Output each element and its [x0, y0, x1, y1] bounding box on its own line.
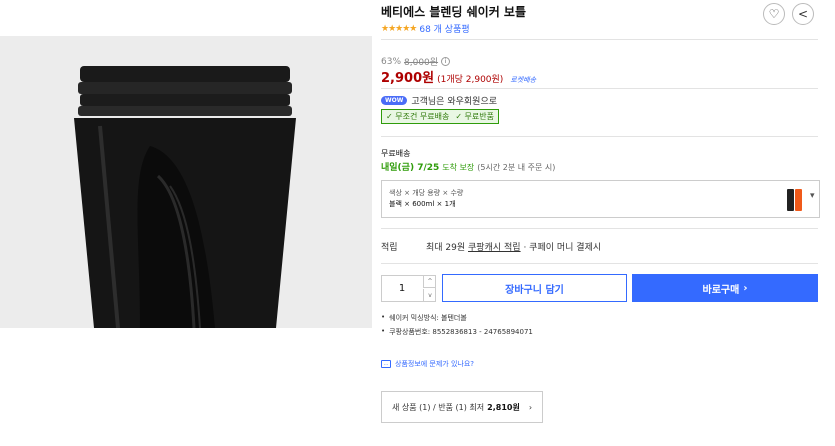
wow-badge: WOW	[381, 96, 408, 105]
product-details-list: 쉐이커 믹싱방식: 볼텐더볼 쿠팡상품번호: 8552836813 - 2476…	[381, 313, 533, 341]
chevron-right-icon: ›	[743, 282, 748, 294]
reward-points-amount: 최대 29원	[426, 243, 466, 253]
star-rating-icon: ★★★★★	[381, 23, 417, 34]
option-labels: 색상 × 개당 용량 × 수량	[389, 189, 464, 197]
product-image[interactable]	[0, 0, 372, 446]
product-info-panel: 베티에스 블렌딩 쉐이커 보틀 ♡ < ★★★★★ 68 개 상품평 63% 8…	[372, 0, 835, 446]
divider	[381, 263, 818, 264]
other-sellers-button[interactable]: 새 상품 (1) / 반품 (1) 최저 2,810원 ›	[381, 391, 544, 423]
delivery-condition: (5시간 2분 내 주문 시)	[477, 163, 556, 172]
rating-summary[interactable]: ★★★★★ 68 개 상품평	[381, 22, 470, 36]
chat-icon: …	[381, 360, 391, 368]
product-title: 베티에스 블렌딩 쉐이커 보틀	[381, 5, 527, 19]
add-to-cart-button[interactable]: 장바구니 담기	[442, 274, 627, 302]
chevron-right-icon: ›	[528, 402, 533, 412]
option-values: 블랙 × 600ml × 1개	[389, 200, 456, 208]
price-row: 2,900원 (1개당 2,900원) 로켓배송	[381, 67, 536, 86]
quantity-increase-icon[interactable]: ^	[423, 276, 436, 288]
buy-now-label: 바로구매	[702, 284, 740, 296]
chevron-down-icon[interactable]: ▾	[810, 191, 815, 201]
reward-points-text: 최대 29원 쿠팡캐시 적립 · 쿠페이 머니 결제시	[426, 240, 601, 253]
lowest-price: 2,810원	[487, 402, 520, 412]
divider	[381, 136, 818, 137]
wow-member-text: 고객님은 와우회원으로	[411, 97, 498, 107]
option-thumbnail-icon	[787, 189, 802, 211]
delivery-date: 내일(금) 7/25	[381, 163, 440, 173]
coupang-cash-link[interactable]: 쿠팡캐시 적립	[468, 243, 521, 253]
wow-benefit-box: ✓ 무조건 무료배송 ✓ 무료반품	[381, 109, 499, 124]
free-shipping-benefit: ✓ 무조건 무료배송	[386, 112, 450, 121]
wishlist-heart-icon[interactable]: ♡	[763, 3, 785, 25]
report-issue-link[interactable]: … 상품정보에 문제가 있나요?	[381, 359, 474, 369]
shaker-bottle-illustration	[74, 66, 296, 328]
quantity-decrease-icon[interactable]: v	[423, 289, 436, 301]
sale-price: 2,900원	[381, 71, 435, 86]
buy-now-button[interactable]: 바로구매 ›	[632, 274, 818, 302]
info-icon[interactable]: i	[441, 57, 451, 66]
shipping-label: 무료배송	[381, 149, 411, 158]
delivery-guarantee: 도착 보장	[442, 163, 475, 172]
quantity-input[interactable]: 1	[382, 276, 422, 301]
reward-points-condition: · 쿠페이 머니 결제시	[523, 243, 602, 253]
free-return-benefit: ✓ 무료반품	[455, 112, 494, 121]
divider	[381, 88, 818, 89]
reward-points-row: 적립 최대 29원 쿠팡캐시 적립 · 쿠페이 머니 결제시	[381, 240, 601, 253]
unit-price: (1개당 2,900원)	[437, 75, 504, 85]
reward-points-title: 적립	[381, 243, 398, 253]
divider	[381, 228, 818, 229]
wow-member-row: WOW 고객님은 와우회원으로	[381, 94, 497, 107]
other-sellers-text: 새 상품 (1) / 반품 (1) 최저	[392, 402, 485, 412]
option-selector[interactable]: 색상 × 개당 용량 × 수량 블랙 × 600ml × 1개 ▾	[381, 180, 820, 218]
divider	[381, 39, 818, 40]
list-item: 쿠팡상품번호: 8552836813 - 24765894071	[381, 327, 533, 337]
quantity-stepper[interactable]: 1 ^ v	[381, 275, 436, 302]
report-issue-text: 상품정보에 문제가 있나요?	[395, 360, 475, 368]
delivery-date-row: 내일(금) 7/25 도착 보장 (5시간 2분 내 주문 시)	[381, 160, 555, 173]
discount-rate: 63%	[381, 56, 402, 67]
share-icon[interactable]: <	[792, 3, 814, 25]
rocket-delivery-badge: 로켓배송	[510, 76, 537, 84]
list-item: 쉐이커 믹싱방식: 볼텐더볼	[381, 313, 533, 323]
review-count-link[interactable]: 68 개 상품평	[419, 22, 469, 35]
